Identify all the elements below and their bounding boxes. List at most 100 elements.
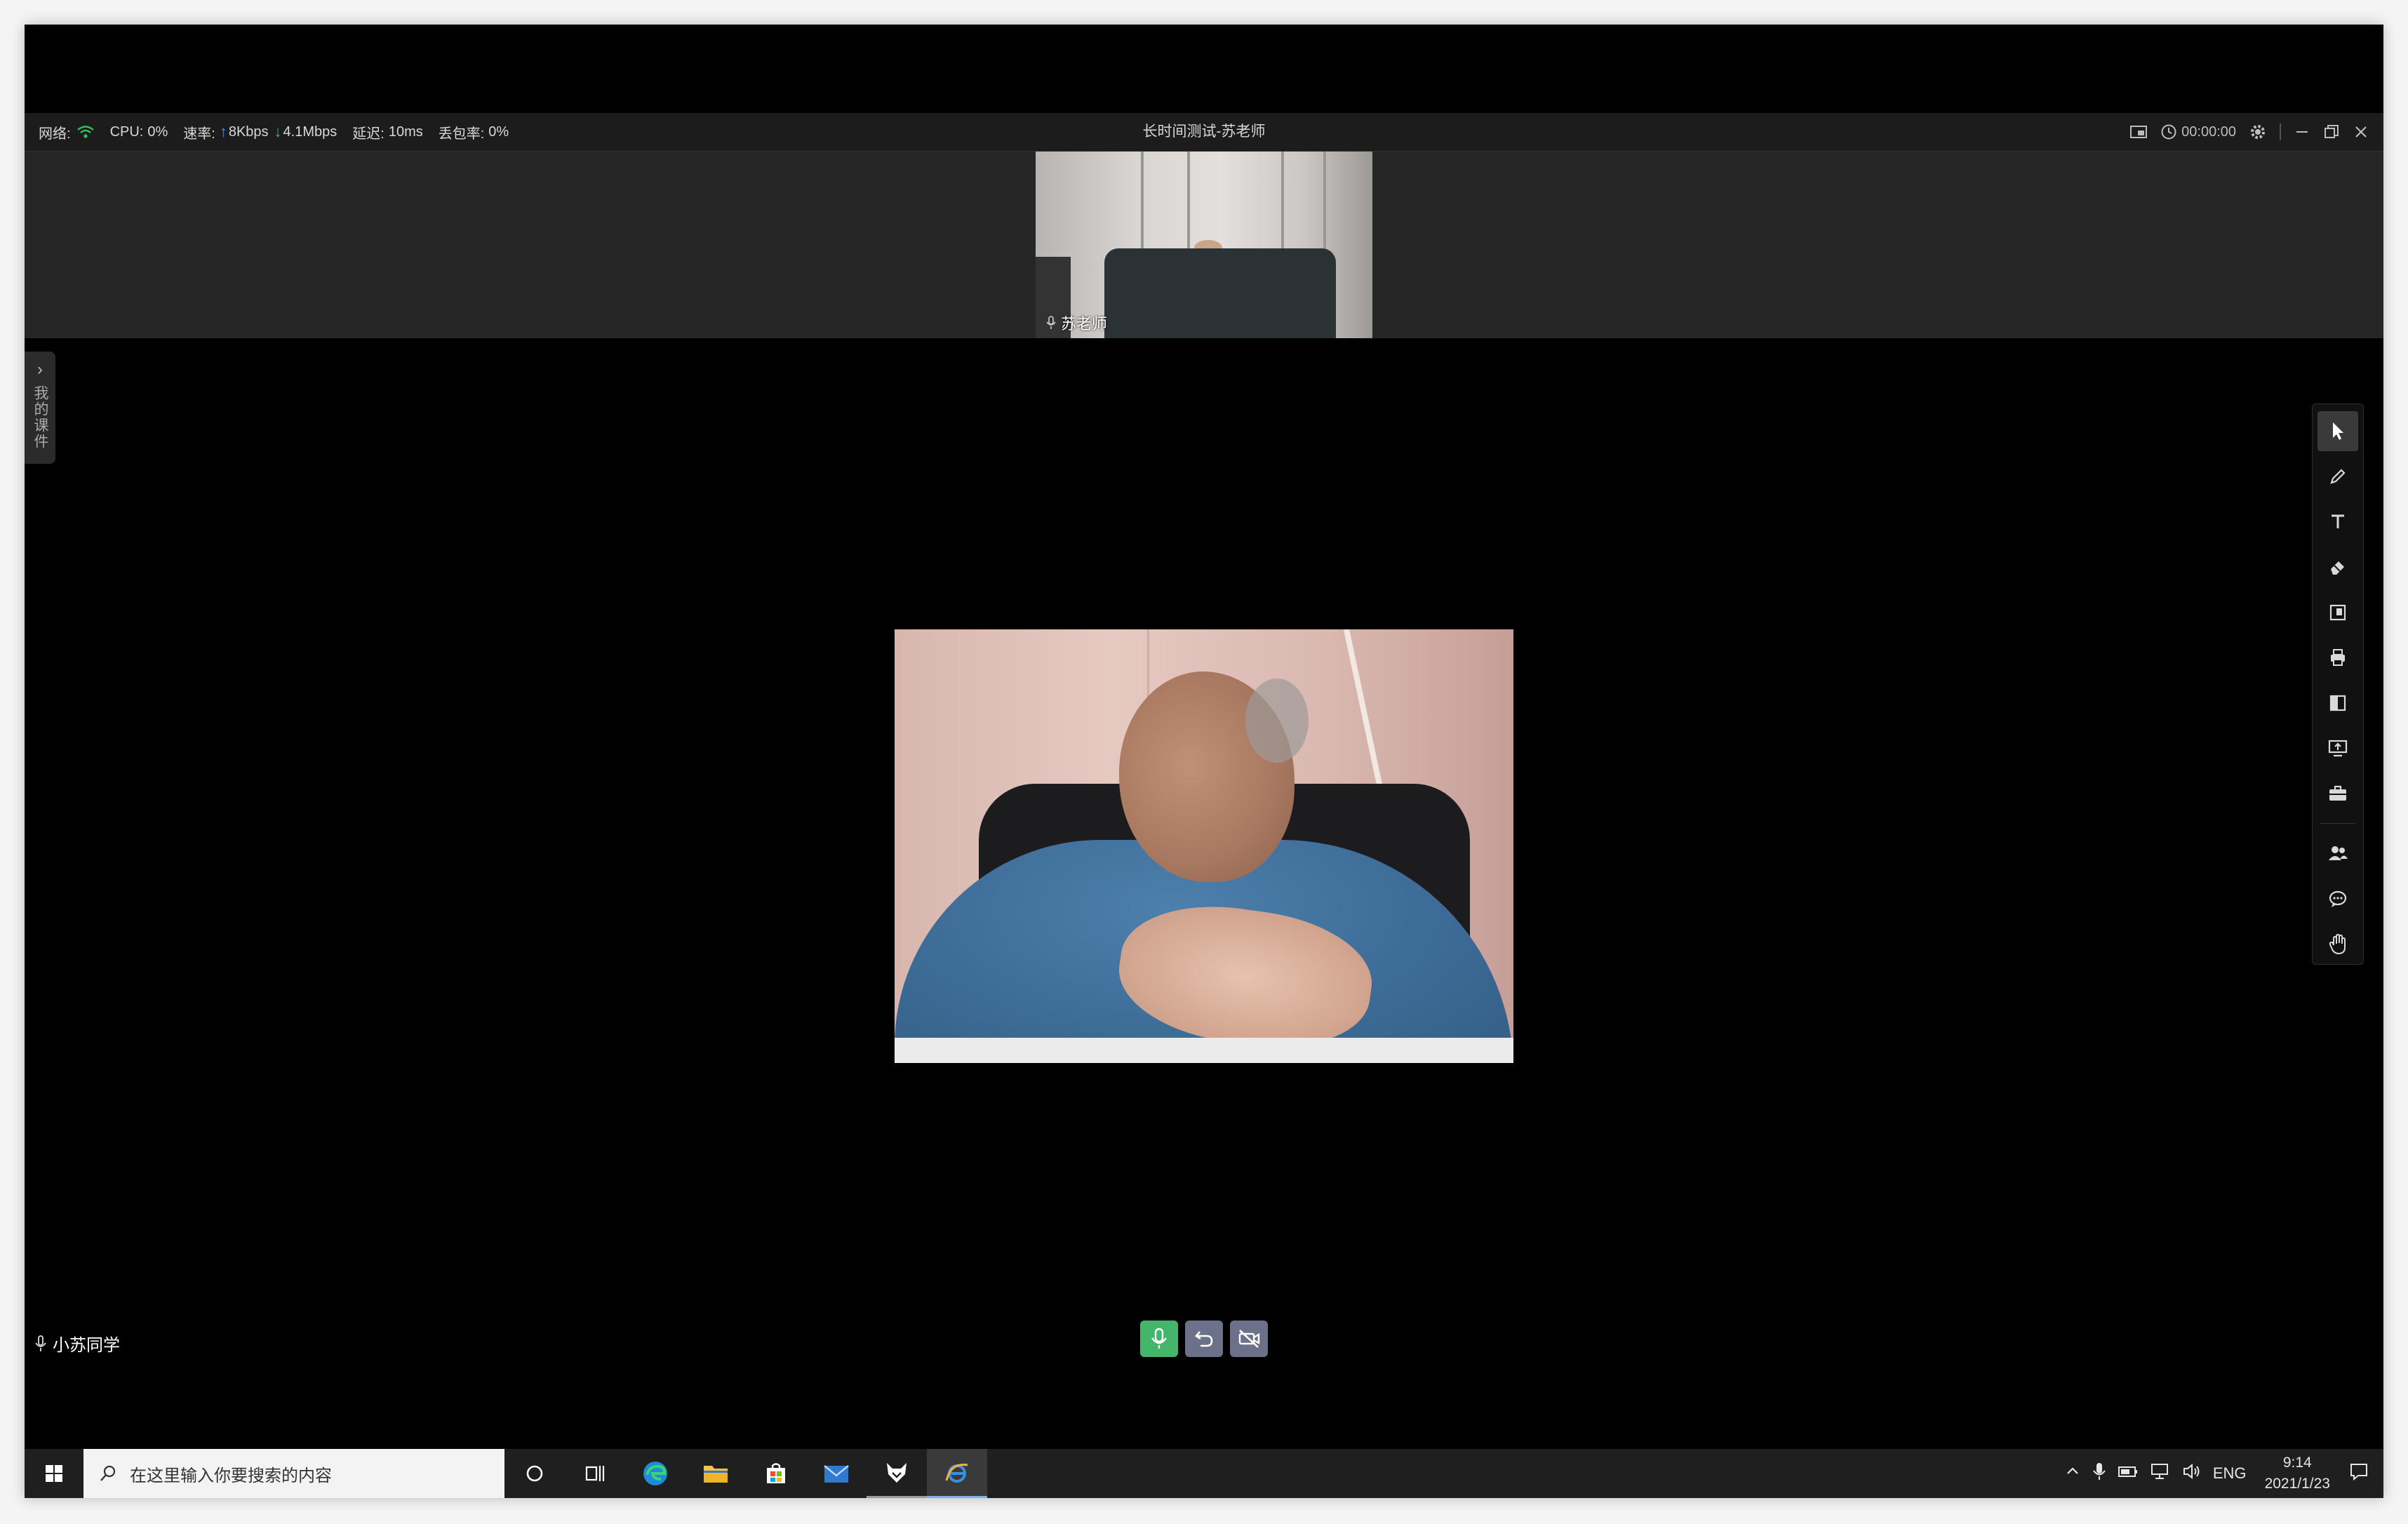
share-screen-icon [2328, 740, 2348, 757]
speed-label: 速率: [183, 126, 215, 142]
microphone-icon [35, 1335, 46, 1351]
timer-value: 00:00:00 [2181, 123, 2236, 140]
title-separator [2280, 123, 2281, 140]
eraser-icon [2331, 561, 2344, 575]
courseware-side-tab[interactable]: › 我的课件 [25, 352, 55, 464]
tray-microphone-icon[interactable] [2092, 1462, 2106, 1485]
users-tool[interactable] [2317, 834, 2358, 874]
pen-icon [2330, 469, 2346, 484]
minimize-icon[interactable] [2294, 123, 2310, 140]
taskbar-clock[interactable]: 9:14 2021/1/23 [2265, 1452, 2330, 1495]
courseware-label: 我的课件 [32, 385, 48, 450]
chevron-right-icon: › [37, 360, 43, 379]
latency-value: 10ms [388, 123, 423, 140]
system-tray: ENG 9:14 2021/1/23 [2064, 1449, 2383, 1498]
cpu-value: 0% [147, 123, 168, 140]
network-status: 网络: CPU: 0% 速率: ↑ 8Kbps ↓ 4.1Mbps 延迟: 10… [39, 113, 524, 151]
clock-icon [2161, 124, 2176, 140]
teacher-video-thumbnail[interactable]: 苏老师 [1036, 152, 1372, 338]
task-view-button[interactable] [565, 1449, 625, 1498]
mail-icon [824, 1465, 849, 1483]
upload-arrow-icon: ↑ [219, 123, 227, 140]
start-button[interactable] [25, 1449, 83, 1498]
raise-hand-tool[interactable] [2317, 924, 2358, 964]
participant-strip: 苏老师 [25, 152, 2383, 338]
ie-browser-taskbar[interactable] [927, 1449, 987, 1498]
session-timer: 00:00:00 [2160, 123, 2236, 140]
microphone-icon [1046, 316, 1056, 329]
cursor-tool[interactable] [2317, 411, 2358, 451]
text-tool[interactable] [2317, 502, 2358, 542]
edge-browser-taskbar[interactable] [625, 1449, 685, 1498]
edge-browser-icon [643, 1462, 667, 1485]
battery-icon[interactable] [2118, 1464, 2139, 1483]
input-language[interactable]: ENG [2213, 1464, 2247, 1483]
print-icon [2331, 649, 2345, 667]
file-explorer-taskbar[interactable] [685, 1449, 746, 1498]
main-video-feed [895, 629, 1513, 1063]
eraser-tool[interactable] [2317, 547, 2358, 587]
document-tool[interactable] [2317, 683, 2358, 723]
mail-taskbar[interactable] [806, 1449, 867, 1498]
raise-hand-icon [2329, 933, 2346, 954]
cortana-button[interactable] [504, 1449, 565, 1498]
microphone-button[interactable] [1140, 1321, 1178, 1357]
packet-loss-value: 0% [488, 123, 509, 140]
folder-icon [704, 1466, 728, 1483]
app-title-bar: 网络: CPU: 0% 速率: ↑ 8Kbps ↓ 4.1Mbps 延迟: 10… [25, 113, 2383, 152]
network-icon[interactable] [2150, 1462, 2171, 1485]
store-taskbar[interactable] [746, 1449, 806, 1498]
upload-speed: 8Kbps [228, 123, 269, 140]
clock-time: 9:14 [2282, 1455, 2312, 1471]
fox-app-taskbar[interactable] [867, 1449, 927, 1498]
teacher-name: 苏老师 [1061, 315, 1108, 333]
cortana-circle-icon [526, 1465, 543, 1482]
text-icon [2332, 514, 2344, 529]
windows-logo-icon [46, 1465, 62, 1482]
cursor-icon [2333, 422, 2343, 441]
fox-app-icon [887, 1462, 907, 1483]
microphone-icon [1151, 1328, 1167, 1349]
settings-gear-icon[interactable] [2249, 123, 2267, 141]
student-name: 小苏同学 [53, 1336, 120, 1355]
windows-taskbar: 在这里输入你要搜索的内容 ENG 9:14 2021/1/23 [25, 1449, 2383, 1498]
pen-tool[interactable] [2317, 457, 2358, 497]
search-placeholder: 在这里输入你要搜索的内容 [130, 1466, 332, 1485]
chevron-up-icon[interactable] [2064, 1463, 2081, 1484]
store-bag-icon [767, 1463, 785, 1483]
document-icon [2329, 695, 2346, 711]
download-speed: 4.1Mbps [283, 123, 337, 140]
latency-label: 延迟: [352, 126, 384, 142]
restore-icon[interactable] [2323, 123, 2340, 140]
courseware-tool[interactable] [2317, 592, 2358, 632]
taskbar-search-box[interactable]: 在这里输入你要搜索的内容 [83, 1449, 504, 1498]
toolbox-tool[interactable] [2317, 774, 2358, 814]
clock-date: 2021/1/23 [2264, 1476, 2330, 1492]
toolbar-divider [2320, 823, 2355, 824]
chat-tool[interactable] [2317, 879, 2358, 919]
chat-icon [2329, 890, 2347, 908]
ie-browser-icon [945, 1463, 968, 1483]
packet-loss-label: 丢包率: [438, 126, 485, 142]
student-name-label: 小苏同学 [34, 1331, 120, 1356]
share-screen-tool[interactable] [2317, 728, 2358, 768]
window-controls: 00:00:00 [2129, 113, 2369, 151]
volume-icon[interactable] [2182, 1462, 2202, 1485]
search-icon [100, 1465, 116, 1481]
teacher-name-label: 苏老师 [1045, 312, 1107, 334]
cpu-label: CPU: [109, 123, 144, 140]
camera-off-icon [1238, 1330, 1260, 1348]
undo-button[interactable] [1185, 1321, 1223, 1357]
close-icon[interactable] [2353, 123, 2369, 140]
task-view-icon [585, 1466, 605, 1481]
undo-icon [1195, 1331, 1213, 1347]
camera-off-button[interactable] [1230, 1321, 1268, 1357]
print-tool[interactable] [2317, 638, 2358, 678]
network-label: 网络: [39, 126, 71, 142]
wifi-icon [76, 125, 95, 139]
users-icon [2329, 846, 2348, 861]
screen-layout-icon[interactable] [2129, 124, 2148, 140]
notification-icon[interactable] [2348, 1462, 2369, 1485]
download-arrow-icon: ↓ [274, 123, 282, 140]
toolbox-icon [2329, 785, 2346, 801]
